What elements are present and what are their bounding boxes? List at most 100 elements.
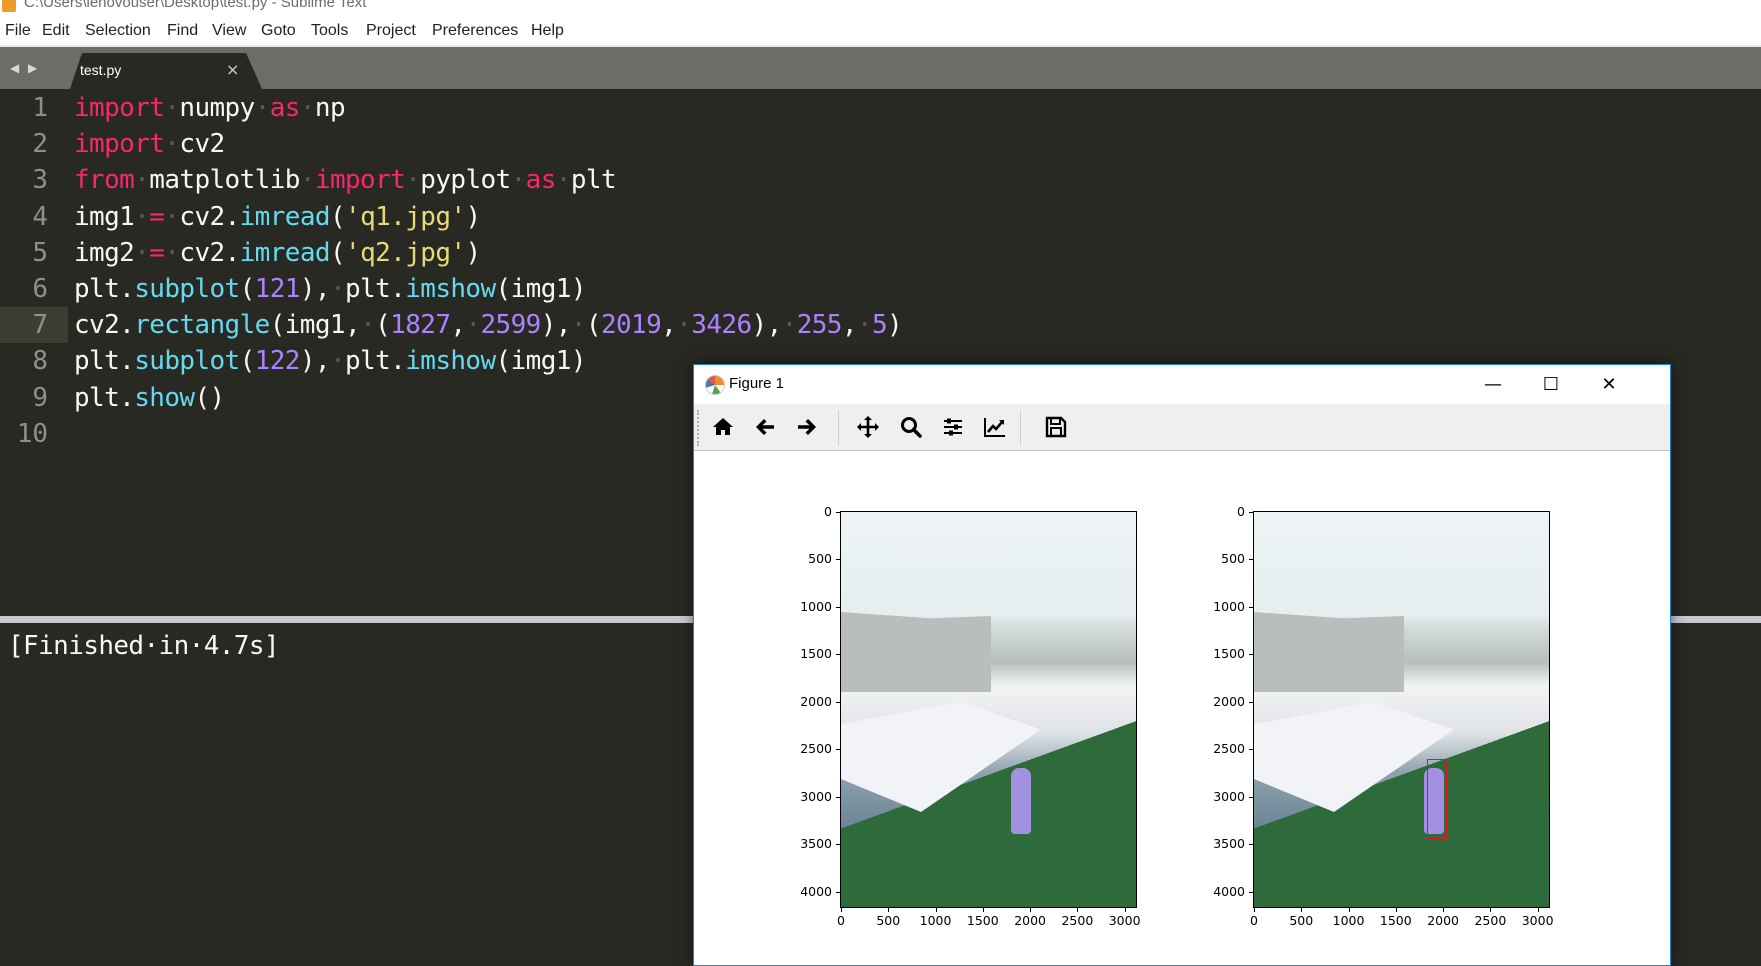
photo-spray-bottle <box>1011 768 1032 835</box>
toolbar-grip[interactable] <box>697 410 701 446</box>
y-tick-mark <box>836 796 840 798</box>
y-tick-mark <box>836 701 840 703</box>
code-token: as <box>269 93 301 123</box>
code-token: ( <box>239 346 256 377</box>
figure-canvas[interactable]: 0 500 1000 1500 2000 2500 3000 3500 4000 0 500 1000… <box>694 451 1670 965</box>
line-code: img1·=·cv2.imread('q1.jpg') <box>74 202 481 232</box>
axes-121[interactable] <box>840 511 1137 908</box>
menu-selection[interactable]: Selection <box>85 22 151 40</box>
x-tick-mark <box>1077 908 1079 912</box>
line-number: 8 <box>32 346 48 377</box>
tab-prev-icon[interactable]: ◀ <box>10 61 19 75</box>
code-token: np <box>314 93 346 123</box>
code-line[interactable]: 1 import·numpy·as·np <box>0 90 1761 126</box>
y-tick-label: 1500 <box>800 646 832 662</box>
y-tick-mark <box>836 891 840 893</box>
line-gutter: 10 <box>0 416 68 452</box>
tab-test-py[interactable]: test.py × <box>62 53 262 89</box>
x-tick-mark <box>1537 908 1539 912</box>
line-number: 7 <box>32 310 48 341</box>
menu-help[interactable]: Help <box>531 22 564 40</box>
code-token: plt. <box>74 346 135 377</box>
window-titlebar: C:\Users\lenovouser\Desktop\test.py - Su… <box>0 0 1761 15</box>
x-tick-label: 2000 <box>1014 913 1046 928</box>
pan-button[interactable] <box>854 413 882 441</box>
y-tick-mark <box>1249 701 1253 703</box>
save-icon <box>1045 416 1067 438</box>
code-token: ( <box>329 201 346 232</box>
edit-axis-button[interactable] <box>981 413 1009 441</box>
code-token: ), <box>299 274 331 304</box>
y-tick-mark <box>1249 606 1253 608</box>
y-tick-label: 1500 <box>1213 646 1245 662</box>
code-token: matplotlib <box>149 165 300 196</box>
code-token: = <box>149 237 165 268</box>
x-tick-mark <box>1443 908 1445 912</box>
menu-view[interactable]: View <box>212 22 246 40</box>
close-button[interactable]: ✕ <box>1580 365 1638 404</box>
code-token: , <box>841 310 858 341</box>
whitespace-dot: · <box>510 165 527 196</box>
pan-icon <box>857 416 879 438</box>
back-icon <box>756 419 774 435</box>
tab-bar: ◀ ▶ test.py × <box>0 47 1761 89</box>
y-tick-mark <box>836 512 840 513</box>
menu-project[interactable]: Project <box>366 22 416 40</box>
menu-edit[interactable]: Edit <box>42 22 70 40</box>
zoom-icon <box>901 417 922 438</box>
line-number: 9 <box>32 382 48 413</box>
code-line[interactable]: 5 img2·=·cv2.imread('q2.jpg') <box>0 235 1761 271</box>
figure-titlebar[interactable]: Figure 1 — ☐ ✕ <box>694 365 1670 404</box>
line-code: import·cv2 <box>74 129 225 159</box>
code-token: import <box>74 129 165 160</box>
x-tick-mark <box>982 908 984 912</box>
code-token: img1 <box>74 201 135 232</box>
code-token: import <box>74 93 165 123</box>
whitespace-dot: · <box>164 93 180 123</box>
axes-122[interactable] <box>1253 511 1550 908</box>
code-line[interactable]: 4 img1·=·cv2.imread('q1.jpg') <box>0 199 1761 235</box>
code-line[interactable]: 6 plt.subplot(121),·plt.imshow(img1) <box>0 271 1761 307</box>
photo-computer-case <box>1254 612 1404 692</box>
code-token: img2 <box>74 237 135 268</box>
menu-find[interactable]: Find <box>167 22 198 40</box>
menu-preferences[interactable]: Preferences <box>432 22 518 40</box>
whitespace-dot: · <box>299 93 316 123</box>
code-line[interactable]: 7 cv2.rectangle(img1,·(1827,·2599),·(2019… <box>0 307 1761 344</box>
y-tick-mark <box>1249 749 1253 751</box>
tab-close-icon[interactable]: × <box>226 60 239 79</box>
forward-button[interactable] <box>793 413 821 441</box>
home-icon <box>713 418 733 435</box>
whitespace-dot: · <box>164 237 180 268</box>
whitespace-dot: · <box>134 201 150 232</box>
back-button[interactable] <box>751 413 779 441</box>
code-token: import <box>314 165 406 196</box>
code-token: imread <box>239 237 331 268</box>
menu-file[interactable]: File <box>5 22 31 40</box>
subplots-icon <box>944 418 962 436</box>
home-button[interactable] <box>709 413 737 441</box>
tab-next-icon[interactable]: ▶ <box>28 61 37 75</box>
code-token: 255 <box>796 310 843 341</box>
code-token: 'q2.jpg' <box>345 237 466 268</box>
code-line[interactable]: 3 from·matplotlib·import·pyplot·as·plt <box>0 162 1761 198</box>
zoom-button[interactable] <box>897 413 925 441</box>
whitespace-dot: · <box>329 346 346 377</box>
x-tick-mark <box>1348 908 1350 912</box>
line-gutter: 8 <box>0 343 68 379</box>
y-tick-label: 1000 <box>1213 598 1245 614</box>
save-button[interactable] <box>1042 413 1070 441</box>
menu-tools[interactable]: Tools <box>311 22 348 40</box>
x-tick-mark <box>1030 908 1032 912</box>
minimize-button[interactable]: — <box>1464 365 1522 404</box>
code-token: ), <box>299 346 331 377</box>
x-tick-mark <box>1254 908 1255 912</box>
y-tick-label: 4000 <box>800 883 832 899</box>
subplots-button[interactable] <box>939 413 967 441</box>
code-line[interactable]: 2 import·cv2 <box>0 126 1761 162</box>
line-number: 6 <box>32 274 48 304</box>
maximize-button[interactable]: ☐ <box>1522 365 1580 404</box>
menu-goto[interactable]: Goto <box>261 22 296 40</box>
code-token: 5 <box>871 310 888 341</box>
y-tick-mark <box>836 749 840 751</box>
